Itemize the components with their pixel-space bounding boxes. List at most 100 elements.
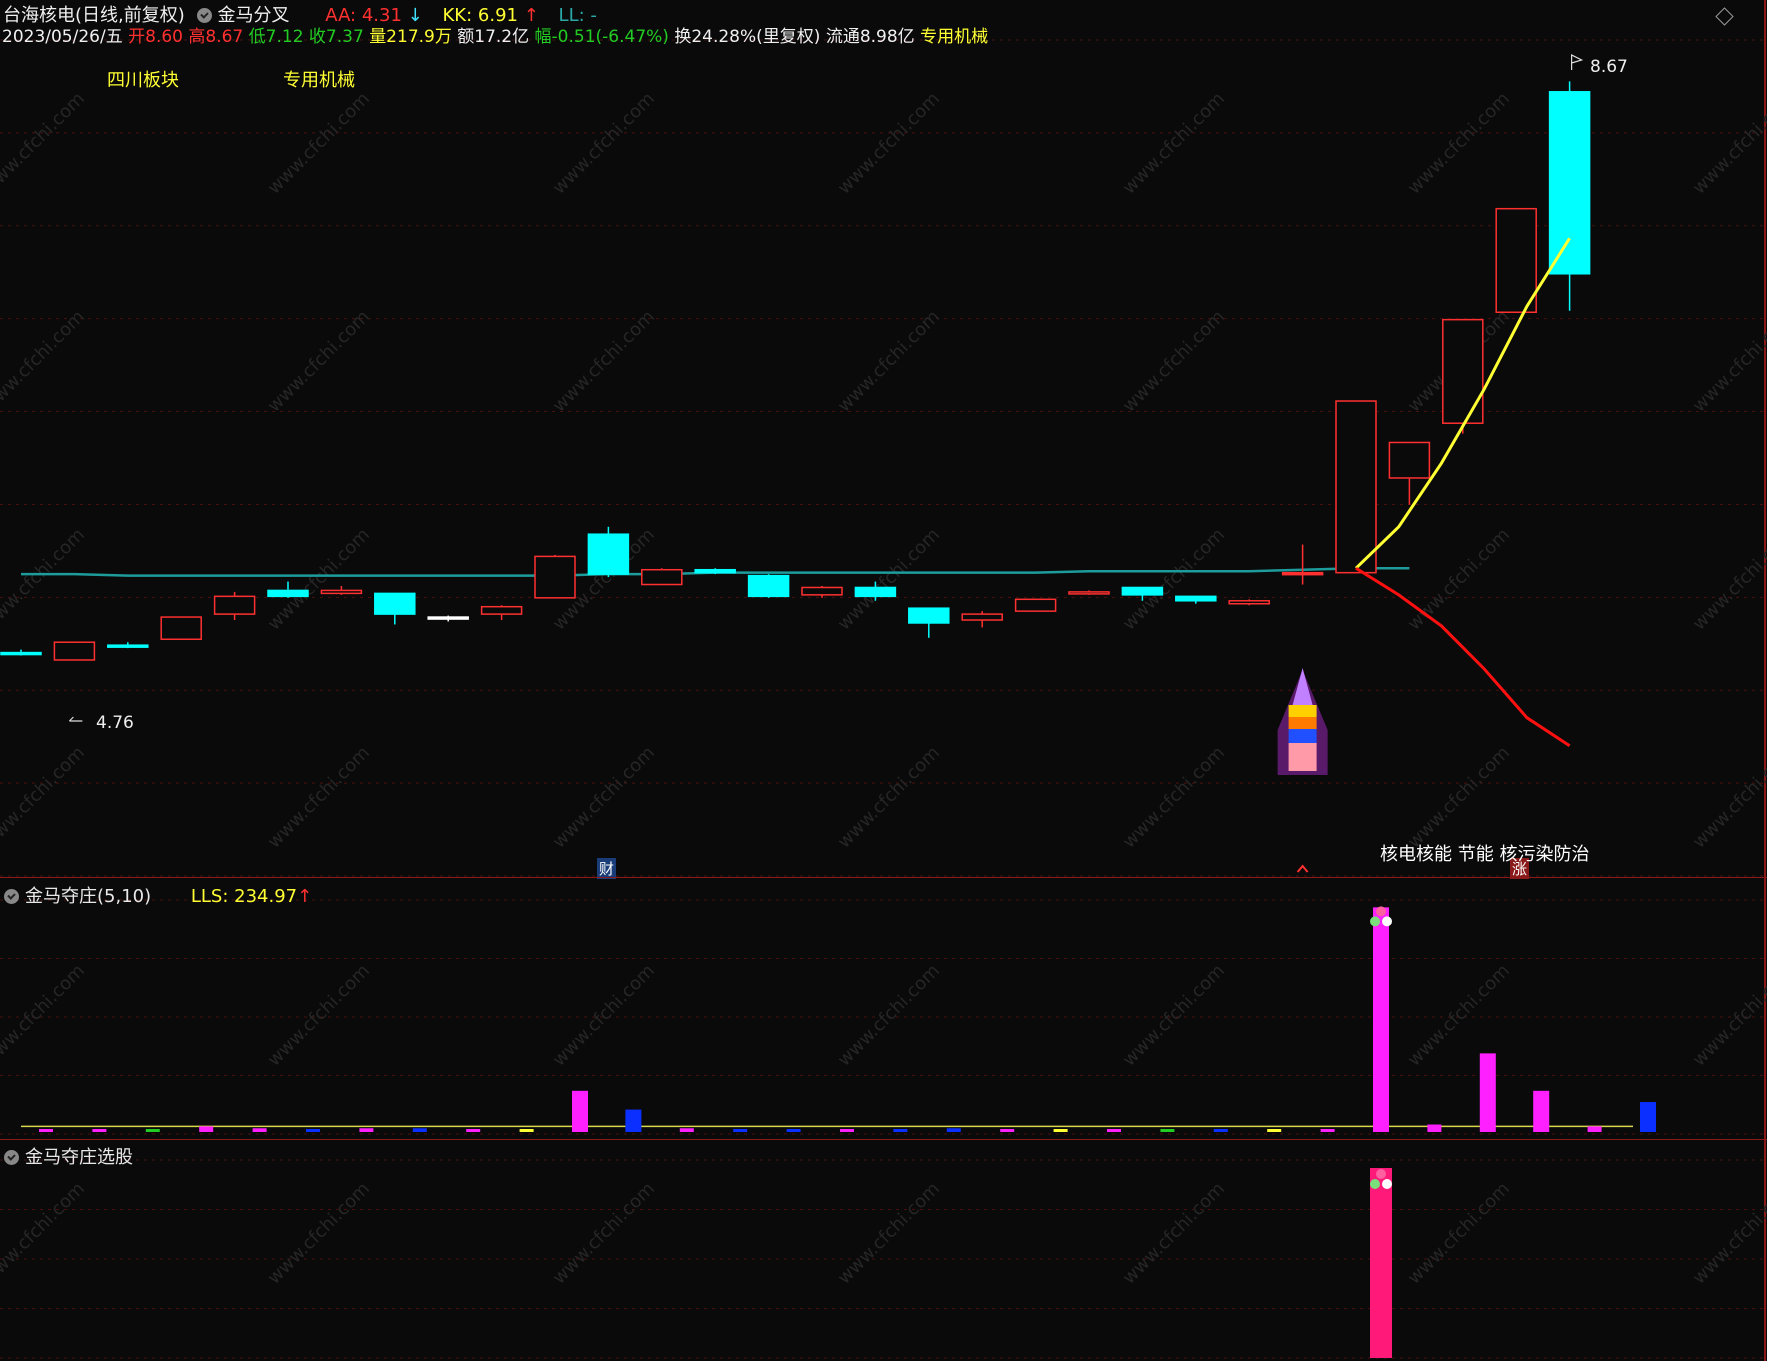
high-price-label: 8.67 [1590, 57, 1628, 77]
candlestick[interactable] [801, 585, 843, 598]
candlestick[interactable] [1548, 81, 1591, 311]
indicator-bar[interactable] [893, 1129, 908, 1132]
candlestick[interactable] [908, 607, 950, 638]
pane3-title[interactable]: 金马夺庄选股 [25, 1147, 133, 1168]
watermark-text: www.cfchi.com [1404, 960, 1514, 1070]
indicator-bar[interactable] [1107, 1129, 1121, 1132]
indicator-bar[interactable] [1587, 1126, 1602, 1132]
up-marker-icon [1296, 864, 1309, 873]
candlestick[interactable] [0, 649, 42, 656]
candlestick[interactable] [534, 554, 576, 599]
candle-body [1388, 441, 1431, 479]
candlestick[interactable] [1495, 207, 1537, 314]
stock-title[interactable]: 台海核电(日线,前复权) [3, 5, 185, 26]
dropdown-check-icon[interactable] [4, 1150, 19, 1165]
finance-marker[interactable]: 财 [597, 858, 617, 879]
arrow-icon [68, 716, 83, 722]
indicator-bar[interactable] [946, 1128, 961, 1132]
candlestick[interactable] [427, 615, 469, 622]
dropdown-check-icon[interactable] [4, 889, 19, 904]
indicator-bar[interactable] [1160, 1129, 1175, 1132]
candle-body [587, 533, 630, 575]
candle-body [213, 595, 256, 615]
indicator-bar[interactable] [679, 1128, 694, 1132]
candlestick[interactable] [747, 574, 790, 598]
indicator-bar[interactable] [1213, 1129, 1228, 1132]
indicator-bar[interactable] [252, 1128, 267, 1132]
indicator-bar[interactable] [199, 1126, 214, 1132]
indicator-bar[interactable] [1373, 907, 1389, 1132]
concept-tags[interactable]: 核电核能 节能 核污染防治 [1380, 840, 1589, 866]
candlestick[interactable] [587, 526, 630, 578]
sector-industry-label[interactable]: 专用机械 [283, 66, 355, 92]
indicator-bar[interactable] [840, 1129, 854, 1132]
candlestick[interactable] [1281, 544, 1324, 585]
rocket-stripe [1288, 717, 1317, 729]
selection-bars[interactable] [1370, 1168, 1392, 1358]
candlestick[interactable] [1014, 598, 1057, 612]
pane-divider-2[interactable] [0, 1139, 1767, 1140]
indicator-bar[interactable] [1479, 1053, 1496, 1132]
candlestick[interactable] [694, 568, 736, 575]
quote-low: 低7.12 [248, 27, 304, 47]
pane-divider-1[interactable] [0, 877, 1767, 878]
indicator-bar[interactable] [1000, 1129, 1015, 1132]
indicator-bars[interactable] [21, 906, 1656, 1132]
candlestick[interactable] [1335, 400, 1377, 574]
candle-body [480, 605, 523, 615]
candlestick[interactable] [160, 616, 202, 641]
ball [1376, 906, 1386, 917]
indicator-bar[interactable] [412, 1128, 427, 1132]
chart-canvas[interactable]: www.cfchi.com www.cfchi.com www.cfchi.com w… [0, 0, 1767, 1361]
indicator-bar[interactable] [625, 1109, 642, 1132]
indicator-bar[interactable] [39, 1129, 53, 1132]
indicator-bar[interactable] [1053, 1129, 1068, 1132]
candlestick[interactable] [1175, 595, 1217, 604]
candlestick[interactable] [961, 611, 1003, 628]
flag-icon [1571, 54, 1584, 70]
indicator-bar[interactable] [1427, 1124, 1442, 1132]
candlestick[interactable] [213, 591, 256, 621]
indicator-bar[interactable] [359, 1128, 374, 1132]
indicator-bar[interactable] [466, 1129, 481, 1132]
candle-body [1121, 586, 1164, 596]
candlestick[interactable] [1388, 441, 1431, 505]
indicator-bar[interactable] [306, 1129, 320, 1132]
indicator-bar[interactable] [1640, 1102, 1656, 1132]
candlestick[interactable] [1442, 318, 1484, 434]
candle-body [320, 589, 363, 595]
kk-value: KK: 6.91 [442, 5, 518, 26]
indicator-bar[interactable] [786, 1129, 801, 1132]
candlestick[interactable] [374, 592, 416, 625]
dropdown-check-icon[interactable] [196, 8, 212, 23]
candlestick[interactable] [1228, 599, 1270, 606]
candlestick[interactable] [53, 641, 96, 661]
watermark-text: www.cfchi.com [834, 88, 944, 198]
candlestick[interactable] [641, 568, 683, 586]
watermark-text: www.cfchi.com [1119, 306, 1229, 416]
indicator-bar[interactable] [1267, 1129, 1282, 1132]
pane2-title[interactable]: 金马夺庄(5,10) [25, 886, 151, 907]
selection-bar[interactable] [1370, 1168, 1392, 1358]
watermark-text: www.cfchi.com [264, 306, 374, 416]
indicator-bar[interactable] [1533, 1090, 1550, 1132]
indicator-bar[interactable] [733, 1129, 748, 1132]
indicator-bar[interactable] [1320, 1129, 1335, 1132]
watermark-text: www.cfchi.com [1689, 960, 1767, 1070]
candle-body [961, 613, 1003, 621]
candlestick[interactable] [1068, 590, 1110, 595]
ball [1382, 916, 1392, 927]
low-price-label: 4.76 [96, 713, 134, 733]
indicator-bar[interactable] [572, 1090, 588, 1132]
candlestick[interactable] [107, 642, 149, 649]
candlestick[interactable] [480, 605, 523, 621]
indicator-bar[interactable] [519, 1129, 534, 1132]
rocket-icon [1277, 668, 1328, 775]
indicator-name[interactable]: 金马分叉 [218, 5, 290, 26]
candlestick[interactable] [320, 585, 363, 595]
indicator-bar[interactable] [145, 1129, 160, 1132]
sector-region-label[interactable]: 四川板块 [107, 66, 179, 92]
quote-float-cap: 流通8.98亿 [825, 27, 915, 47]
watermark-text: www.cfchi.com [1404, 524, 1514, 634]
indicator-bar[interactable] [92, 1129, 107, 1132]
